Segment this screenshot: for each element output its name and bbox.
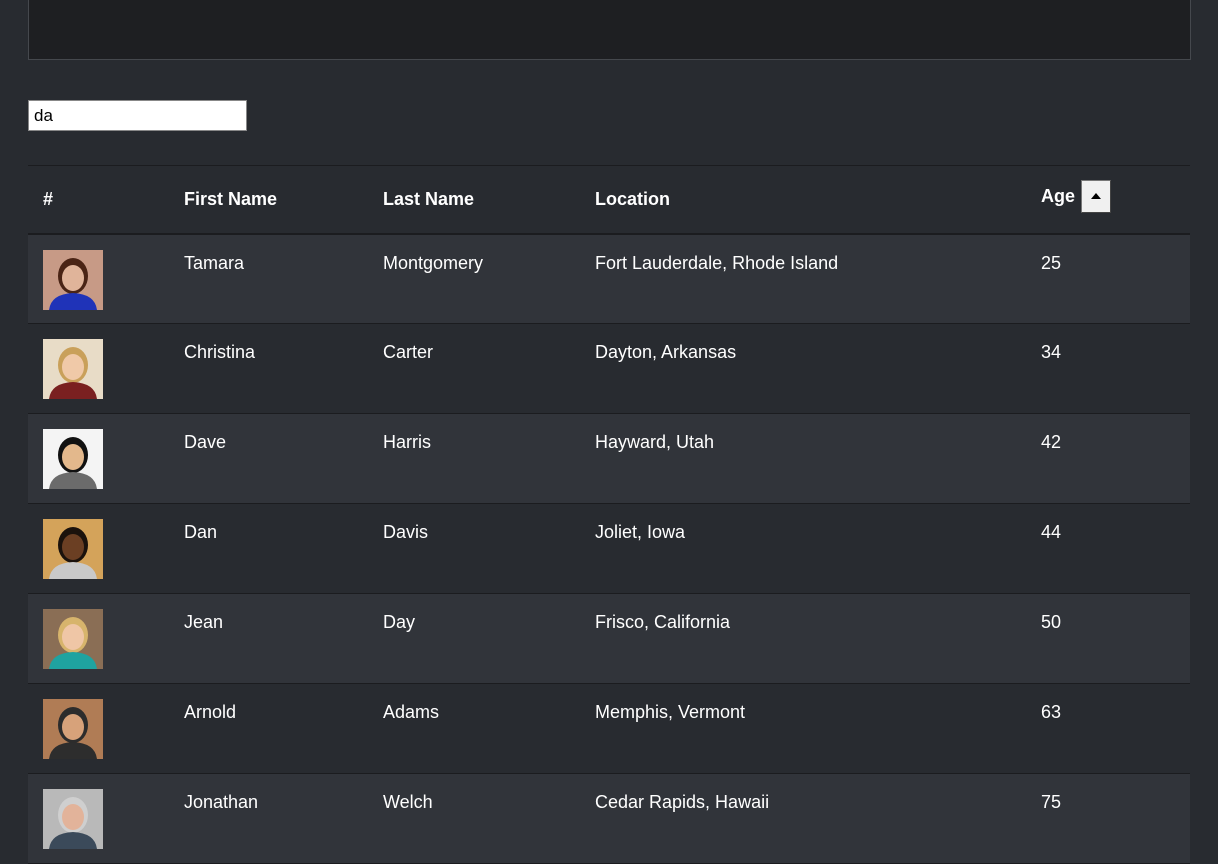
location-cell: Hayward, Utah [595, 432, 715, 452]
photo-cell [28, 504, 169, 594]
last-name-cell: Adams [383, 702, 440, 722]
column-header-index: # [43, 188, 54, 209]
first-name-cell: Jonathan [184, 792, 259, 812]
location-cell: Dayton, Arkansas [595, 342, 737, 362]
avatar [43, 789, 103, 849]
photo-cell [28, 684, 169, 774]
location-cell: Frisco, California [595, 612, 731, 632]
first-name-cell: Dan [184, 522, 218, 542]
last-name-cell: Harris [383, 432, 431, 452]
column-header-first-name: First Name [184, 188, 278, 209]
age-cell: 34 [1041, 342, 1062, 362]
location-cell: Fort Lauderdale, Rhode Island [595, 252, 839, 273]
table-row: Dave Harris Hayward, Utah 42 [28, 413, 1190, 504]
top-panel [28, 0, 1191, 60]
avatar [43, 699, 103, 759]
photo-cell [28, 234, 169, 324]
first-name-cell: Christina [184, 342, 256, 362]
table-header-row: # First Name Last Name Location Age [28, 165, 1190, 234]
column-header-age: Age [1026, 166, 1190, 234]
table-row: Jonathan Welch Cedar Rapids, Hawaii 75 [28, 773, 1190, 864]
first-name-cell: Tamara [184, 252, 245, 273]
users-table: # First Name Last Name Location Age Tama… [28, 165, 1190, 864]
age-cell: 75 [1041, 792, 1062, 812]
location-cell: Joliet, Iowa [595, 522, 686, 542]
table-row: Jean Day Frisco, California 50 [28, 593, 1190, 684]
age-cell: 44 [1041, 522, 1062, 542]
photo-cell [28, 594, 169, 684]
last-name-cell: Day [383, 612, 416, 632]
table-row: Tamara Montgomery Fort Lauderdale, Rhode I… [28, 233, 1190, 324]
age-cell: 50 [1041, 612, 1062, 632]
sort-age-button[interactable] [1081, 179, 1112, 213]
first-name-cell: Arnold [184, 702, 237, 722]
last-name-cell: Welch [383, 792, 433, 812]
age-cell: 42 [1041, 432, 1062, 452]
column-header-location: Location [595, 188, 670, 209]
search-input[interactable] [28, 100, 247, 131]
photo-cell [28, 414, 169, 504]
column-header-age-label: Age [1041, 185, 1076, 206]
avatar [43, 249, 103, 310]
column-header-last-name: Last Name [383, 188, 475, 209]
table-row: Dan Davis Joliet, Iowa 44 [28, 503, 1190, 594]
photo-cell [28, 324, 169, 414]
photo-cell [28, 774, 169, 864]
location-cell: Cedar Rapids, Hawaii [595, 792, 770, 812]
last-name-cell: Montgomery [383, 252, 484, 273]
location-cell: Memphis, Vermont [595, 702, 746, 722]
avatar [43, 519, 103, 579]
avatar [43, 609, 103, 669]
table-row: Christina Carter Dayton, Arkansas 34 [28, 323, 1190, 414]
first-name-cell: Jean [184, 612, 224, 632]
first-name-cell: Dave [184, 432, 227, 452]
age-cell: 25 [1041, 252, 1062, 273]
caret-up-icon [1091, 193, 1102, 200]
table-row: Arnold Adams Memphis, Vermont 63 [28, 683, 1190, 774]
age-cell: 63 [1041, 702, 1062, 722]
avatar [43, 339, 103, 399]
last-name-cell: Carter [383, 342, 434, 362]
last-name-cell: Davis [383, 522, 429, 542]
avatar [43, 429, 103, 489]
